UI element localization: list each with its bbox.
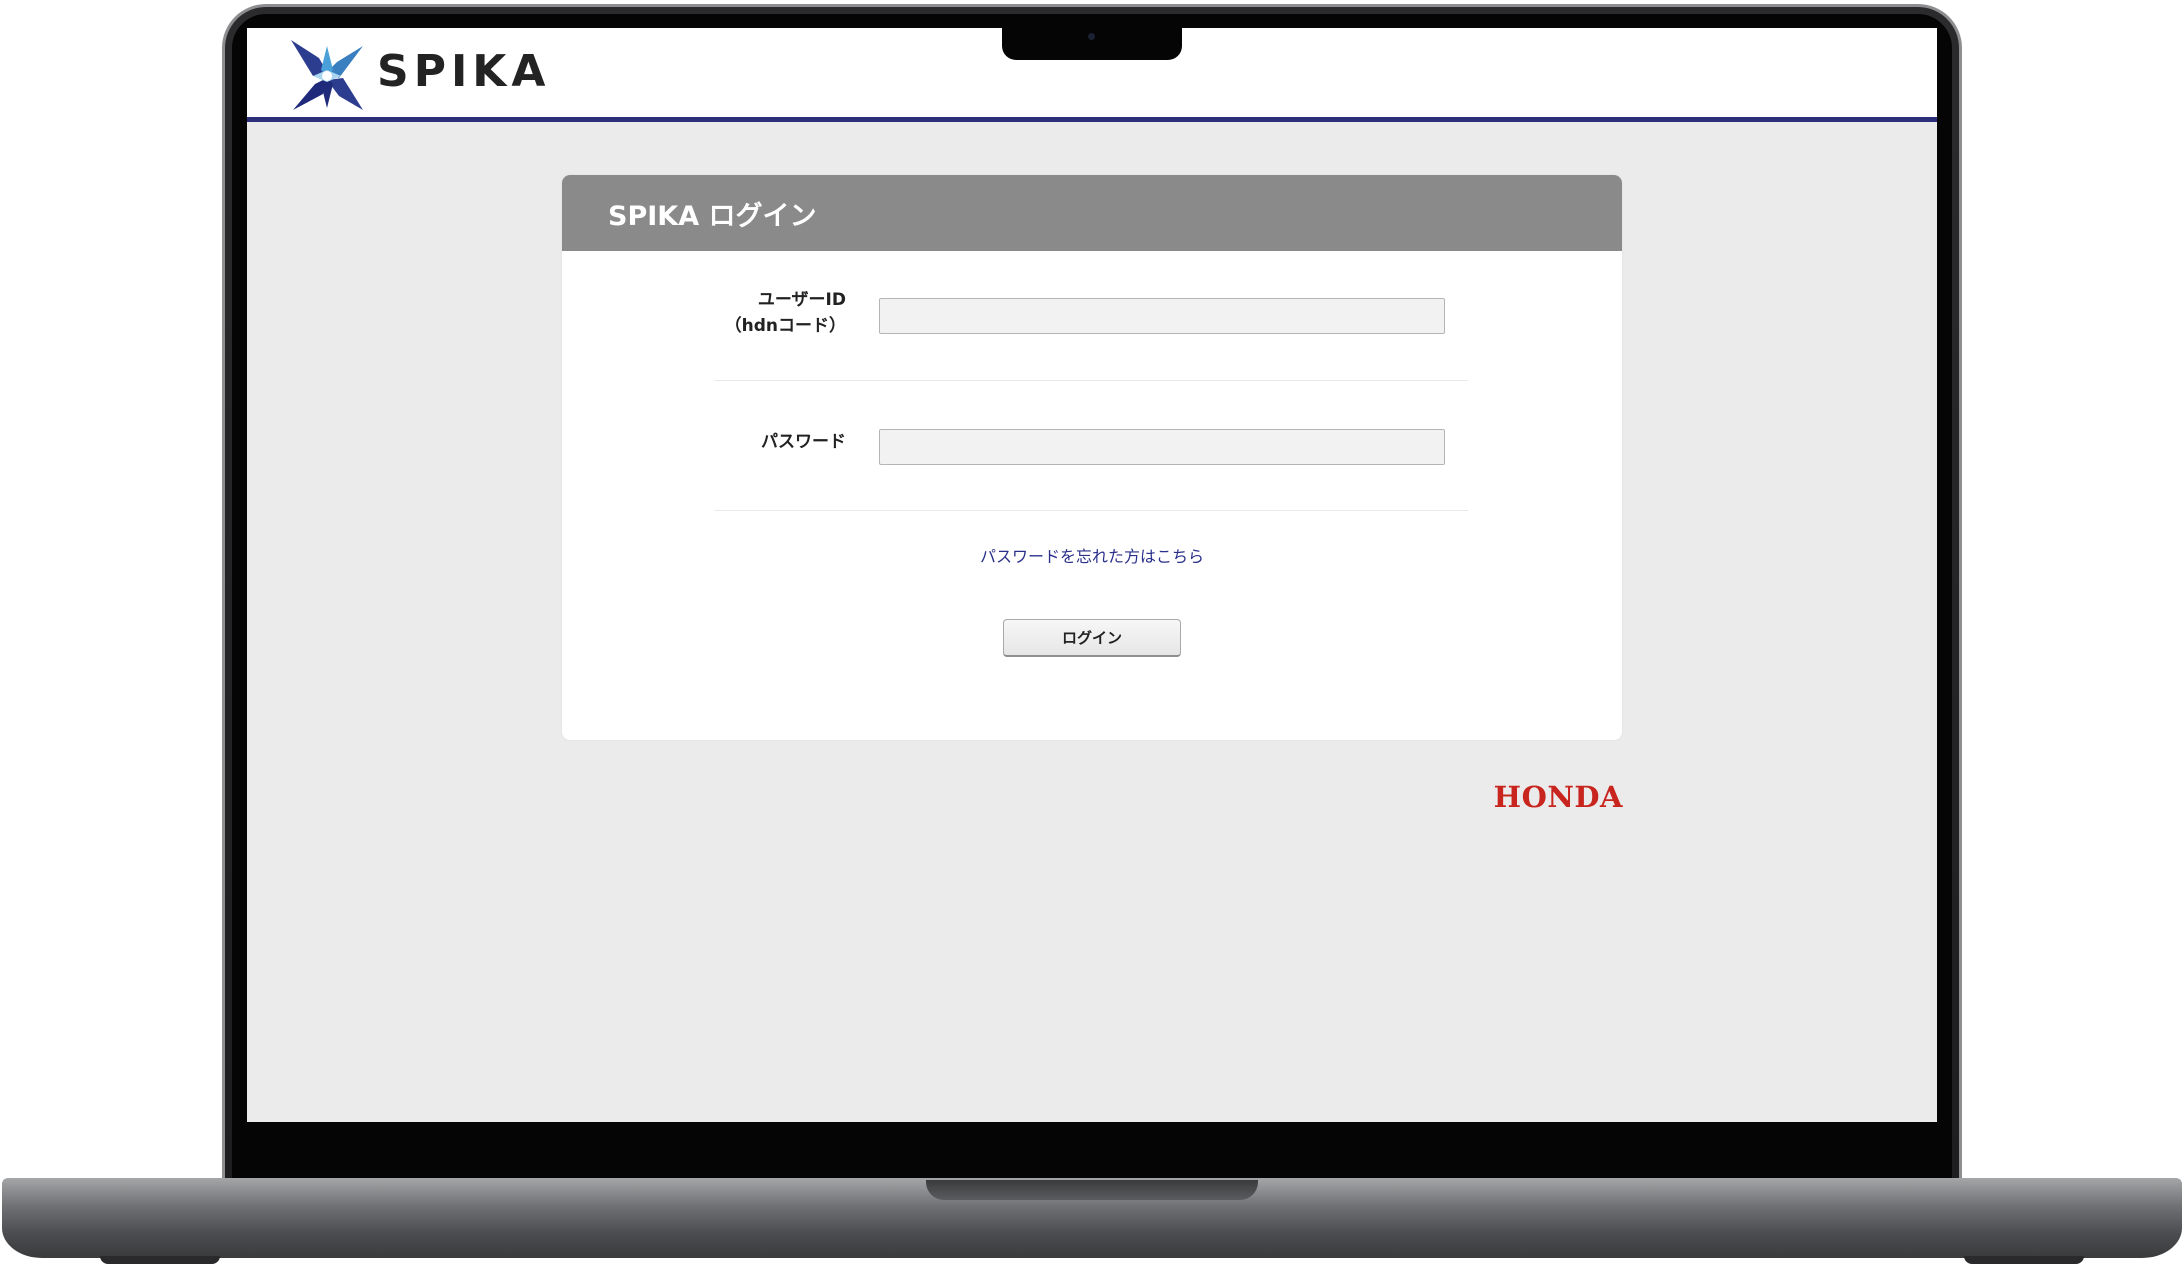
password-input[interactable] bbox=[879, 429, 1445, 465]
user-id-label: ユーザーID （hdnコード） bbox=[714, 287, 846, 339]
spika-star-logo-icon bbox=[291, 40, 363, 110]
laptop-foot-right bbox=[1964, 1256, 2084, 1264]
password-row: パスワード bbox=[714, 381, 1468, 511]
user-id-label-line1: ユーザーID bbox=[757, 290, 846, 310]
password-label-text: パスワード bbox=[761, 432, 846, 452]
user-id-label-line2: （hdnコード） bbox=[724, 316, 846, 336]
login-button[interactable]: ログイン bbox=[1003, 619, 1181, 657]
camera-icon bbox=[1088, 33, 1095, 40]
laptop-foot-left bbox=[100, 1256, 220, 1264]
site-logo-text[interactable]: SPIKA bbox=[377, 46, 550, 97]
honda-logo: HONDA bbox=[1493, 780, 1623, 814]
forgot-password-link[interactable]: パスワードを忘れた方はこちら bbox=[562, 543, 1622, 567]
user-id-input[interactable] bbox=[879, 298, 1445, 334]
screen: SPIKA SPIKA ログイン ユーザーID （hdnコード） パスワード パ… bbox=[247, 28, 1937, 1122]
camera-notch bbox=[1002, 24, 1182, 60]
login-title: SPIKA ログイン bbox=[608, 200, 817, 232]
login-card: SPIKA ログイン ユーザーID （hdnコード） パスワード パスワードを忘… bbox=[562, 175, 1622, 740]
login-card-header: SPIKA ログイン bbox=[562, 175, 1622, 251]
password-label: パスワード bbox=[714, 429, 846, 455]
laptop-opening-notch bbox=[926, 1180, 1258, 1200]
user-id-row: ユーザーID （hdnコード） bbox=[714, 251, 1468, 381]
